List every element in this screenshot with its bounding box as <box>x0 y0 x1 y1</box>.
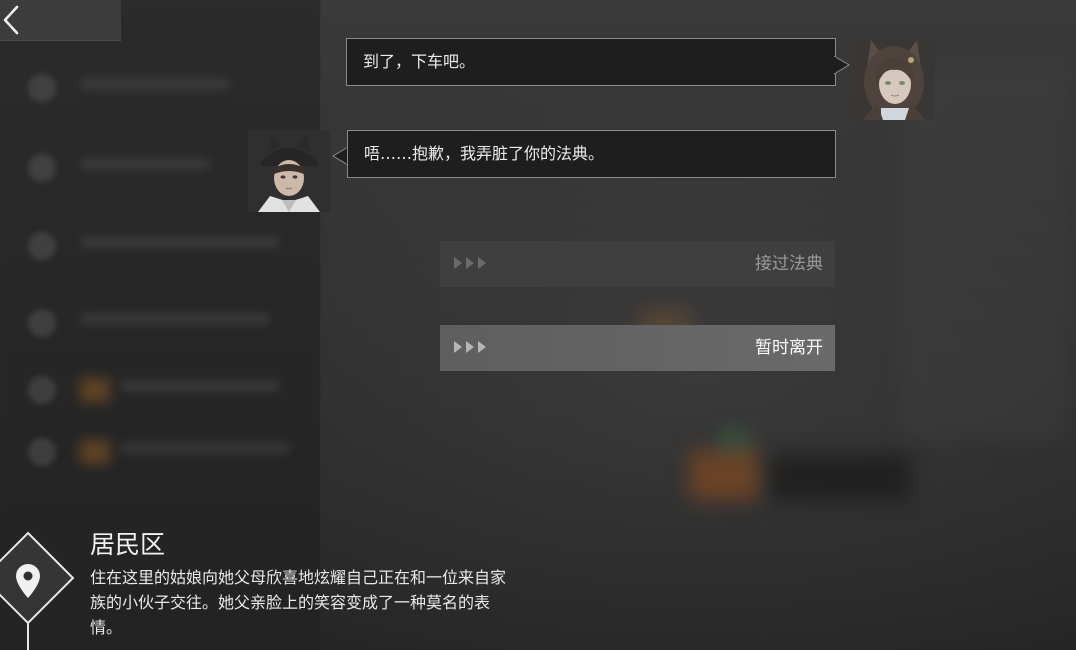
location-title: 居民区 <box>90 530 166 559</box>
back-button[interactable] <box>0 0 121 41</box>
background-row <box>20 303 300 343</box>
woman-portrait-icon <box>853 38 935 120</box>
choice-option-leave[interactable]: 暂时离开 <box>440 325 835 371</box>
map-pin-icon <box>0 531 75 650</box>
dialogue-text: 到了，下车吧。 <box>363 52 476 71</box>
background-row <box>20 68 300 108</box>
choice-option-take-codex[interactable]: 接过法典 <box>440 241 835 287</box>
location-description: 住在这里的姑娘向她父母欣喜地炫耀自己正在和一位来自家族的小伙子交往。她父亲脸上的… <box>90 568 507 637</box>
choice-label: 接过法典 <box>755 254 823 274</box>
speaker-avatar-right <box>853 38 935 120</box>
man-portrait-icon <box>248 130 330 212</box>
bubble-tail-icon <box>834 55 850 75</box>
dialogue-text: 唔……抱歉，我弄脏了你的法典。 <box>364 144 605 163</box>
triple-arrow-icon <box>454 341 486 353</box>
background-row <box>20 432 300 472</box>
background-row <box>20 370 300 410</box>
choice-label: 暂时离开 <box>755 338 823 358</box>
dialogue-bubble-right: 到了，下车吧。 <box>346 38 836 86</box>
bubble-tail-icon <box>332 146 348 166</box>
background-blur-green <box>720 430 750 450</box>
background-blur-dark <box>770 455 910 500</box>
triple-arrow-icon <box>454 257 486 269</box>
dialogue-bubble-left: 唔……抱歉，我弄脏了你的法典。 <box>347 130 836 178</box>
chevron-left-icon <box>3 5 19 35</box>
background-blur-orange <box>690 450 760 500</box>
background-row <box>20 226 300 266</box>
game-scene: 到了，下车吧。 唔……抱歉，我弄脏了你的法典。 接过法典 暂时离开 居民区 住在… <box>0 0 1076 650</box>
speaker-avatar-left <box>248 130 330 212</box>
